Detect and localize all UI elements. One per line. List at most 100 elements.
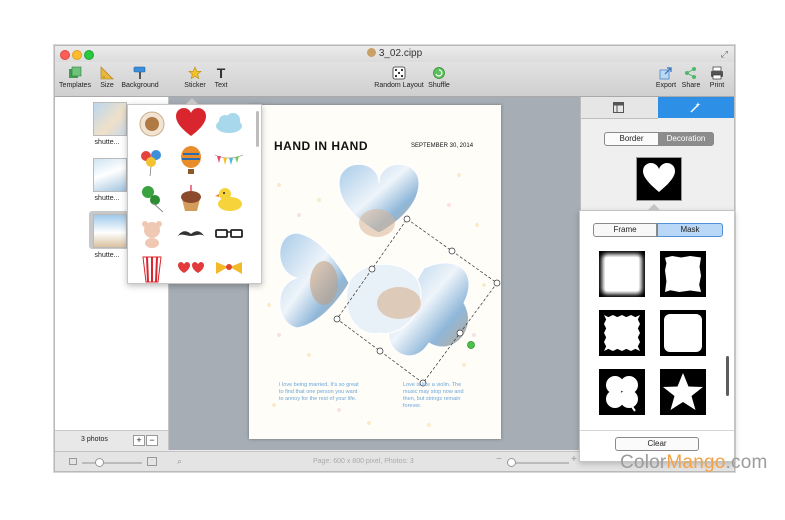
layout-icon xyxy=(613,102,624,113)
printer-icon xyxy=(711,66,723,80)
border-segment[interactable]: Border xyxy=(604,132,659,146)
clover-icon xyxy=(606,376,638,412)
resize-handle[interactable] xyxy=(333,315,341,323)
window-title: 3_02.cipp xyxy=(378,48,423,59)
share-button[interactable]: Share xyxy=(679,66,703,89)
zoom-slider-knob[interactable] xyxy=(507,458,516,467)
rubber-duck-sticker[interactable] xyxy=(214,183,244,213)
templates-icon xyxy=(69,66,82,78)
photo-thumbnail[interactable] xyxy=(93,102,127,136)
hot-air-balloon-sticker[interactable] xyxy=(176,146,206,176)
thumbnail-size-slider[interactable] xyxy=(82,462,142,464)
minimize-window-button[interactable] xyxy=(72,50,82,60)
divider xyxy=(580,430,734,431)
frame-tab[interactable]: Frame xyxy=(593,223,657,237)
templates-label: Templates xyxy=(59,82,91,89)
close-window-button[interactable] xyxy=(60,50,70,60)
text-label: Text xyxy=(214,82,228,89)
thumbnail-slider-knob[interactable] xyxy=(95,458,104,467)
fullscreen-icon[interactable]: ⤢ xyxy=(721,46,728,62)
rotate-handle[interactable] xyxy=(467,341,475,349)
sticker-scrollbar[interactable] xyxy=(256,111,259,147)
photo-count: 3 photos xyxy=(81,436,108,443)
coffee-cup-sticker[interactable] xyxy=(137,109,167,139)
resize-handle[interactable] xyxy=(448,247,456,255)
zoom-window-button[interactable] xyxy=(84,50,94,60)
ruler-icon xyxy=(100,66,114,80)
zoom-icon: ⌕ xyxy=(177,456,183,466)
decoration-segment[interactable]: Decoration xyxy=(658,132,714,146)
soft-square-mask[interactable] xyxy=(599,251,645,297)
zoom-slider[interactable] xyxy=(507,462,569,464)
resize-handle[interactable] xyxy=(493,279,501,287)
popcorn-sticker[interactable] xyxy=(137,253,167,283)
mask-tab[interactable]: Mask xyxy=(657,223,723,237)
scalloped-square-mask[interactable] xyxy=(660,310,706,356)
cupcake-sticker[interactable] xyxy=(176,183,206,213)
export-button[interactable]: Export xyxy=(653,66,679,89)
share-label: Share xyxy=(681,82,701,89)
stamp-square-mask[interactable] xyxy=(599,310,645,356)
green-pin-sticker[interactable] xyxy=(137,183,167,213)
bow-tie-sticker[interactable] xyxy=(214,253,244,283)
resize-handle[interactable] xyxy=(403,215,411,223)
background-button[interactable]: Background xyxy=(121,66,159,89)
star-icon xyxy=(188,66,202,80)
glasses-sticker[interactable] xyxy=(214,219,244,249)
clover-mask[interactable] xyxy=(599,369,645,415)
quote-right[interactable]: Love is like a violin. The music may sto… xyxy=(403,382,475,410)
share-icon xyxy=(685,67,696,79)
sticker-button[interactable]: Sticker xyxy=(182,66,208,89)
title-bar: 3_02.cipp ⤢ xyxy=(55,46,734,62)
clear-button[interactable]: Clear xyxy=(615,437,699,451)
size-button[interactable]: Size xyxy=(95,66,119,89)
size-label: Size xyxy=(100,82,114,89)
remove-photo-button[interactable]: − xyxy=(146,435,158,446)
current-mask-preview[interactable] xyxy=(636,157,682,201)
export-icon xyxy=(659,67,672,80)
zoom-in-icon[interactable]: + xyxy=(571,454,577,465)
background-label: Background xyxy=(121,82,159,89)
toolbar: Templates Size Background Sticker T Text… xyxy=(55,62,734,97)
page-date[interactable]: SEPTEMBER 30, 2014 xyxy=(411,143,473,149)
photo-thumbnail[interactable] xyxy=(93,214,127,248)
photo-thumbnail[interactable] xyxy=(93,158,127,192)
print-label: Print xyxy=(709,82,725,89)
mustache-sticker[interactable] xyxy=(176,219,206,249)
resize-handle[interactable] xyxy=(368,265,376,273)
quote-left[interactable]: I love being married. It's so great to f… xyxy=(279,382,359,403)
print-button[interactable]: Print xyxy=(705,66,729,89)
torn-square-mask[interactable] xyxy=(660,251,706,297)
add-photo-button[interactable]: + xyxy=(133,435,145,446)
heart-sunglasses-sticker[interactable] xyxy=(176,253,206,283)
zoom-out-icon[interactable]: − xyxy=(496,454,502,465)
collage-page[interactable]: HAND IN HAND SEPTEMBER 30, 2014 I love b… xyxy=(249,105,501,439)
heart-mask-icon xyxy=(643,163,675,192)
balloons-sticker[interactable] xyxy=(137,147,167,177)
mask-scrollbar[interactable] xyxy=(726,356,729,396)
templates-button[interactable]: Templates xyxy=(57,66,93,89)
sidebar-footer: 3 photos + − xyxy=(55,430,168,451)
star-mask[interactable] xyxy=(660,369,706,415)
shuffle-label: Shuffle xyxy=(428,82,450,89)
shuffle-button[interactable]: Shuffle xyxy=(425,66,453,89)
decoration-tab[interactable] xyxy=(658,97,734,118)
watermark-part-mango: Mango xyxy=(666,452,726,473)
random-layout-label: Random Layout xyxy=(374,82,424,89)
random-layout-button[interactable]: Random Layout xyxy=(373,66,425,89)
text-tool-icon: T xyxy=(216,65,226,81)
resize-handle[interactable] xyxy=(456,329,464,337)
bunting-sticker[interactable] xyxy=(214,147,244,177)
cloud-sticker[interactable] xyxy=(214,109,244,139)
sticker-popover xyxy=(127,104,262,284)
text-button[interactable]: T Text xyxy=(210,66,232,89)
watermark-part-color: Color xyxy=(620,452,667,473)
teddy-bear-sticker[interactable] xyxy=(137,219,167,249)
heart-flowers-sticker[interactable] xyxy=(176,108,206,138)
resize-handle[interactable] xyxy=(376,347,384,355)
page-title[interactable]: HAND IN HAND xyxy=(274,139,368,153)
layout-tab[interactable] xyxy=(581,97,658,119)
document-icon xyxy=(366,48,376,57)
mask-popover: Frame Mask Clear xyxy=(579,210,735,462)
selection-frame[interactable] xyxy=(319,205,509,405)
